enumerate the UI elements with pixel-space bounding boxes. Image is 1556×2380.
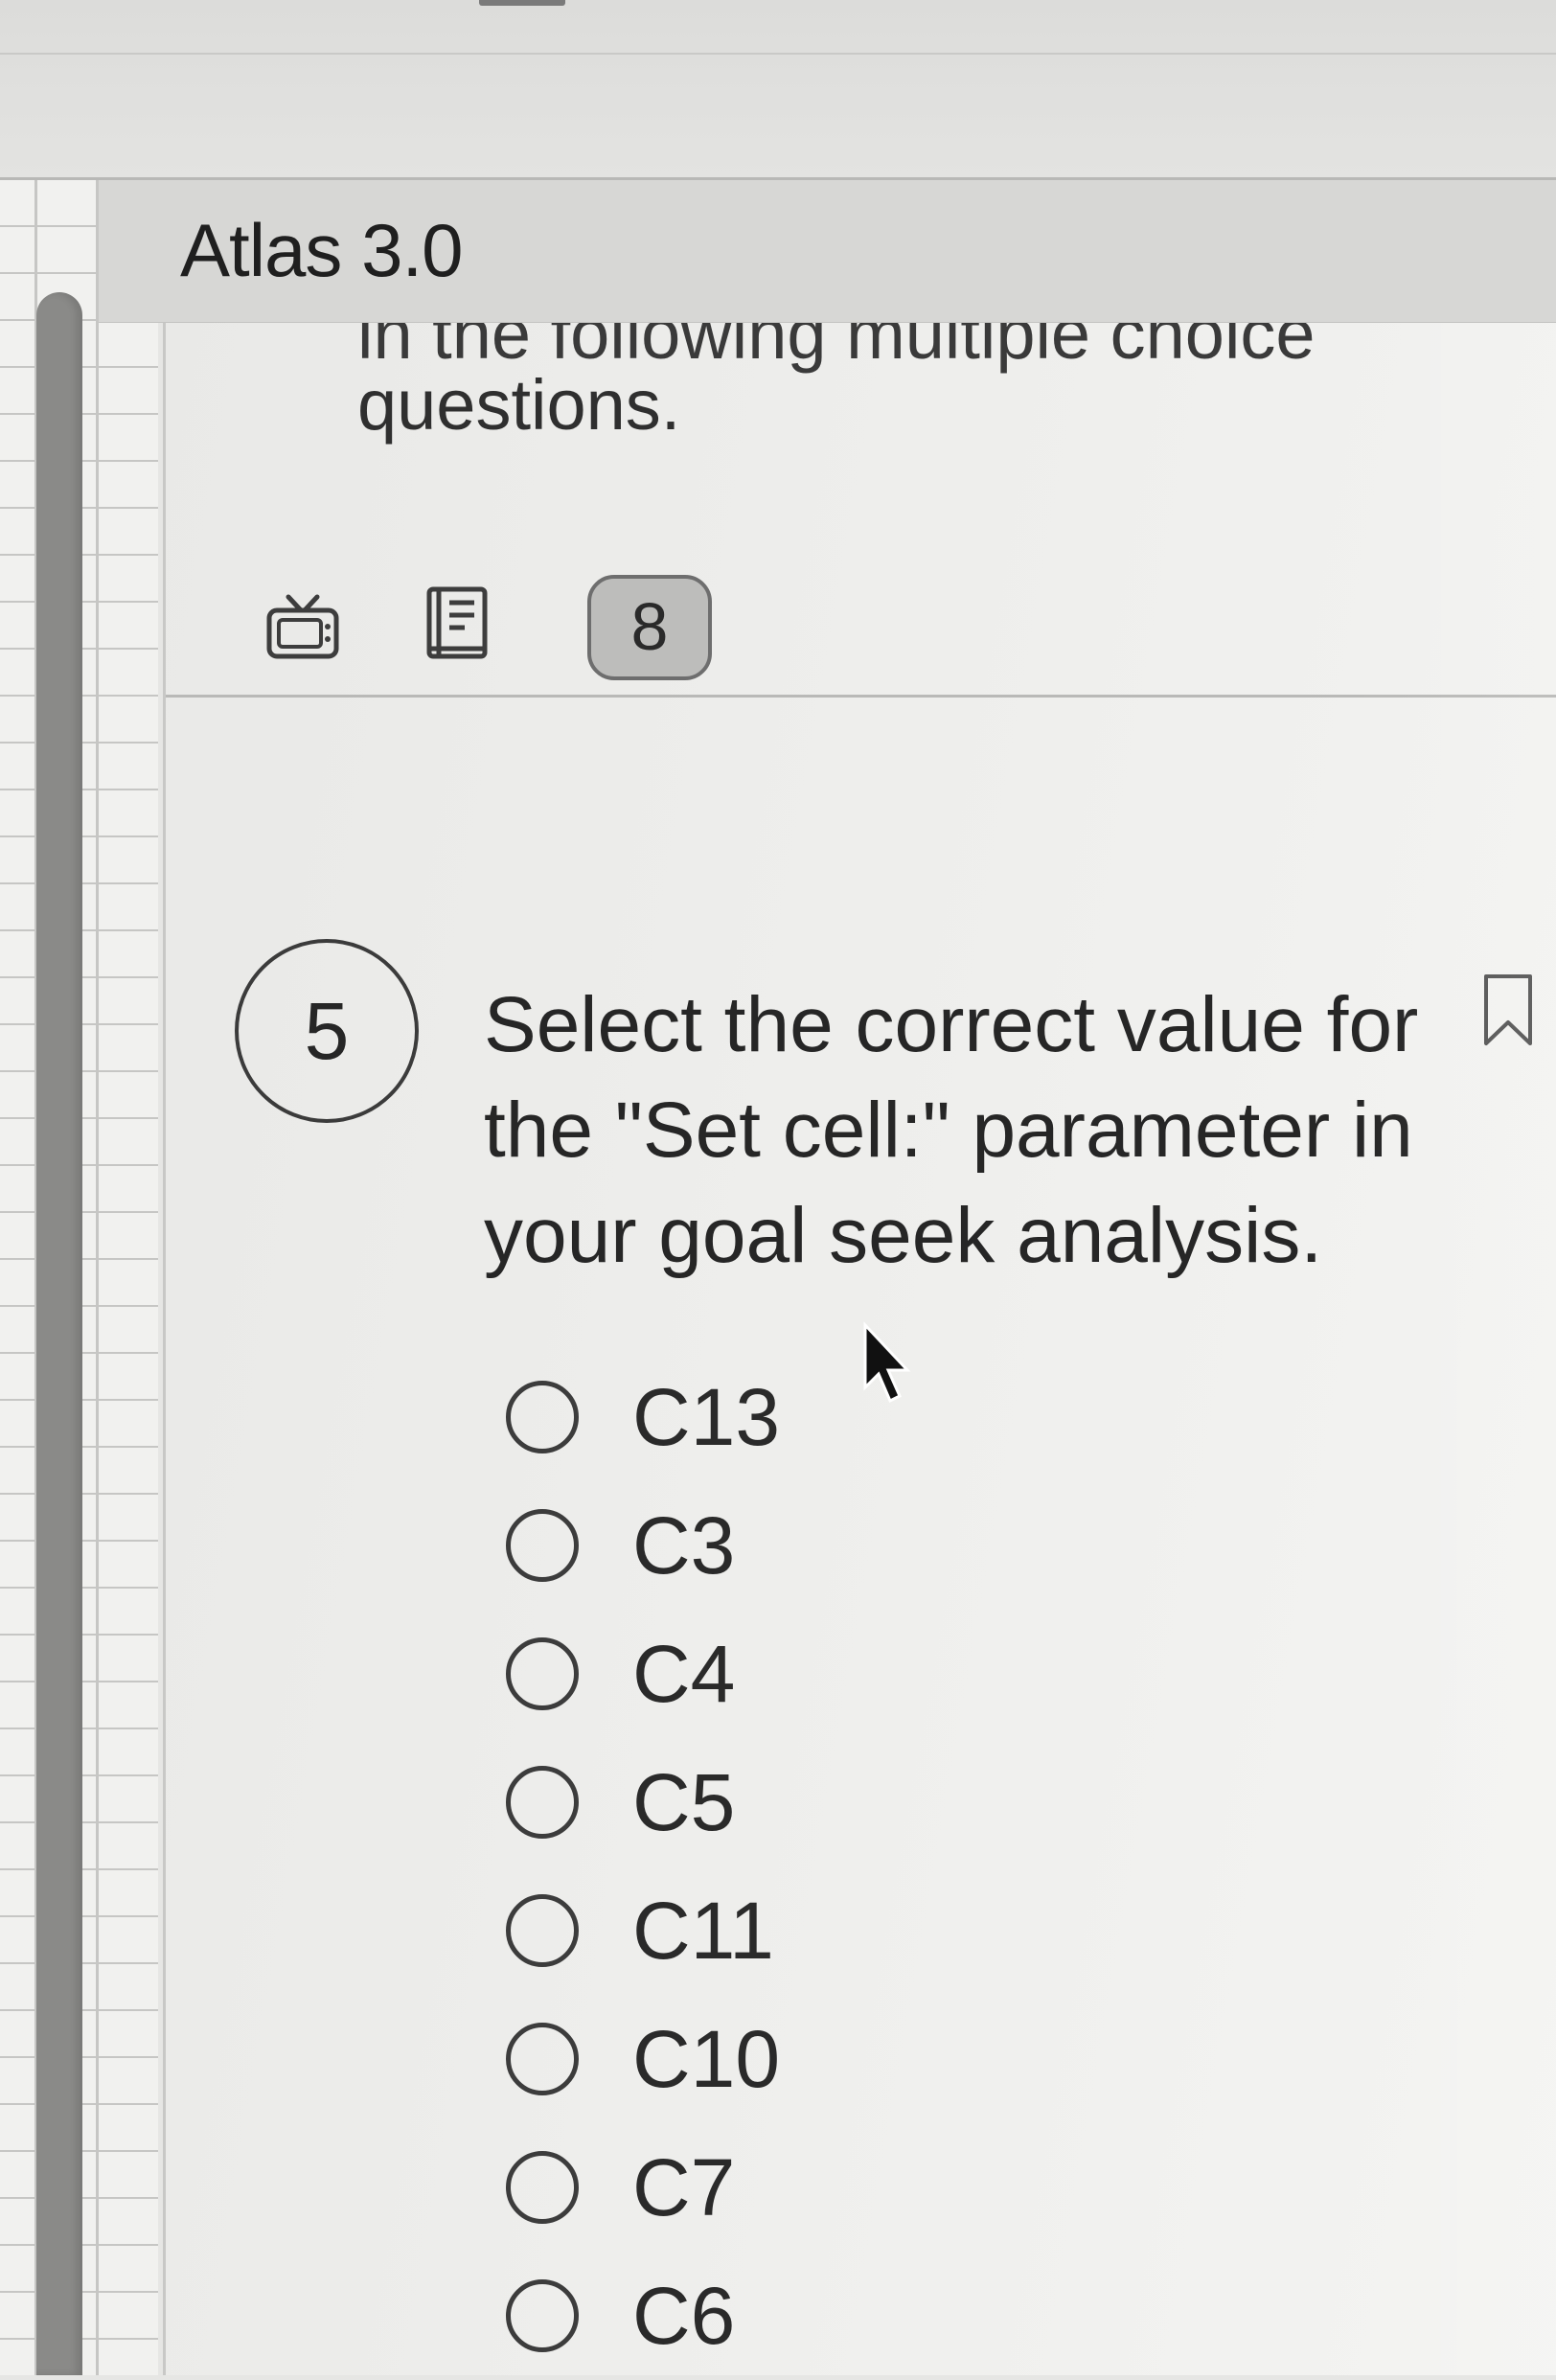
radio-button[interactable] [506, 1637, 579, 1710]
answer-option[interactable]: C5 [506, 1738, 1368, 1866]
intro-text: questions. [357, 365, 681, 445]
answer-option[interactable]: C13 [506, 1353, 1368, 1481]
radio-button[interactable] [506, 2279, 579, 2352]
answer-option[interactable]: C4 [506, 1610, 1368, 1738]
answer-label: C5 [632, 1757, 736, 1847]
bookmark-icon[interactable] [1476, 973, 1540, 1049]
tab-indicator [479, 0, 565, 6]
question-number: 5 [235, 939, 419, 1123]
answer-label: C3 [632, 1500, 736, 1590]
tv-icon[interactable] [260, 580, 346, 666]
answer-options: C13 C3 C4 C5 C11 C10 C7 C6 [506, 1353, 1368, 2380]
answer-label: C11 [632, 1886, 774, 1976]
vertical-scrollbar[interactable] [36, 292, 82, 2375]
radio-button[interactable] [506, 2151, 579, 2224]
radio-button[interactable] [506, 1894, 579, 1967]
answer-option[interactable]: C7 [506, 2123, 1368, 2252]
answer-label: C6 [632, 2271, 736, 2361]
answer-label: C7 [632, 2142, 736, 2232]
radio-button[interactable] [506, 1509, 579, 1582]
top-divider [0, 53, 1556, 55]
assignment-panel: in the following multiple choice questio… [163, 287, 1556, 2375]
notification-badge[interactable]: 8 [587, 575, 712, 680]
radio-button[interactable] [506, 1381, 579, 1453]
app-title: Atlas 3.0 [180, 208, 464, 292]
answer-option[interactable]: C6 [506, 2252, 1368, 2380]
app-header: Atlas 3.0 [99, 180, 1556, 323]
answer-label: C13 [632, 1372, 781, 1462]
answer-option[interactable]: C10 [506, 1995, 1368, 2123]
mouse-cursor-icon [863, 1321, 911, 1404]
resource-toolbar: 8 [166, 551, 1556, 698]
answer-option[interactable]: C11 [506, 1866, 1368, 1995]
question-text: Select the correct value for the "Set ce… [484, 981, 1419, 1279]
browser-top-strip [0, 0, 1556, 180]
answer-label: C10 [632, 2014, 781, 2104]
radio-button[interactable] [506, 2023, 579, 2095]
radio-button[interactable] [506, 1766, 579, 1839]
answer-option[interactable]: C3 [506, 1481, 1368, 1610]
book-icon[interactable] [415, 580, 501, 666]
answer-label: C4 [632, 1629, 736, 1719]
